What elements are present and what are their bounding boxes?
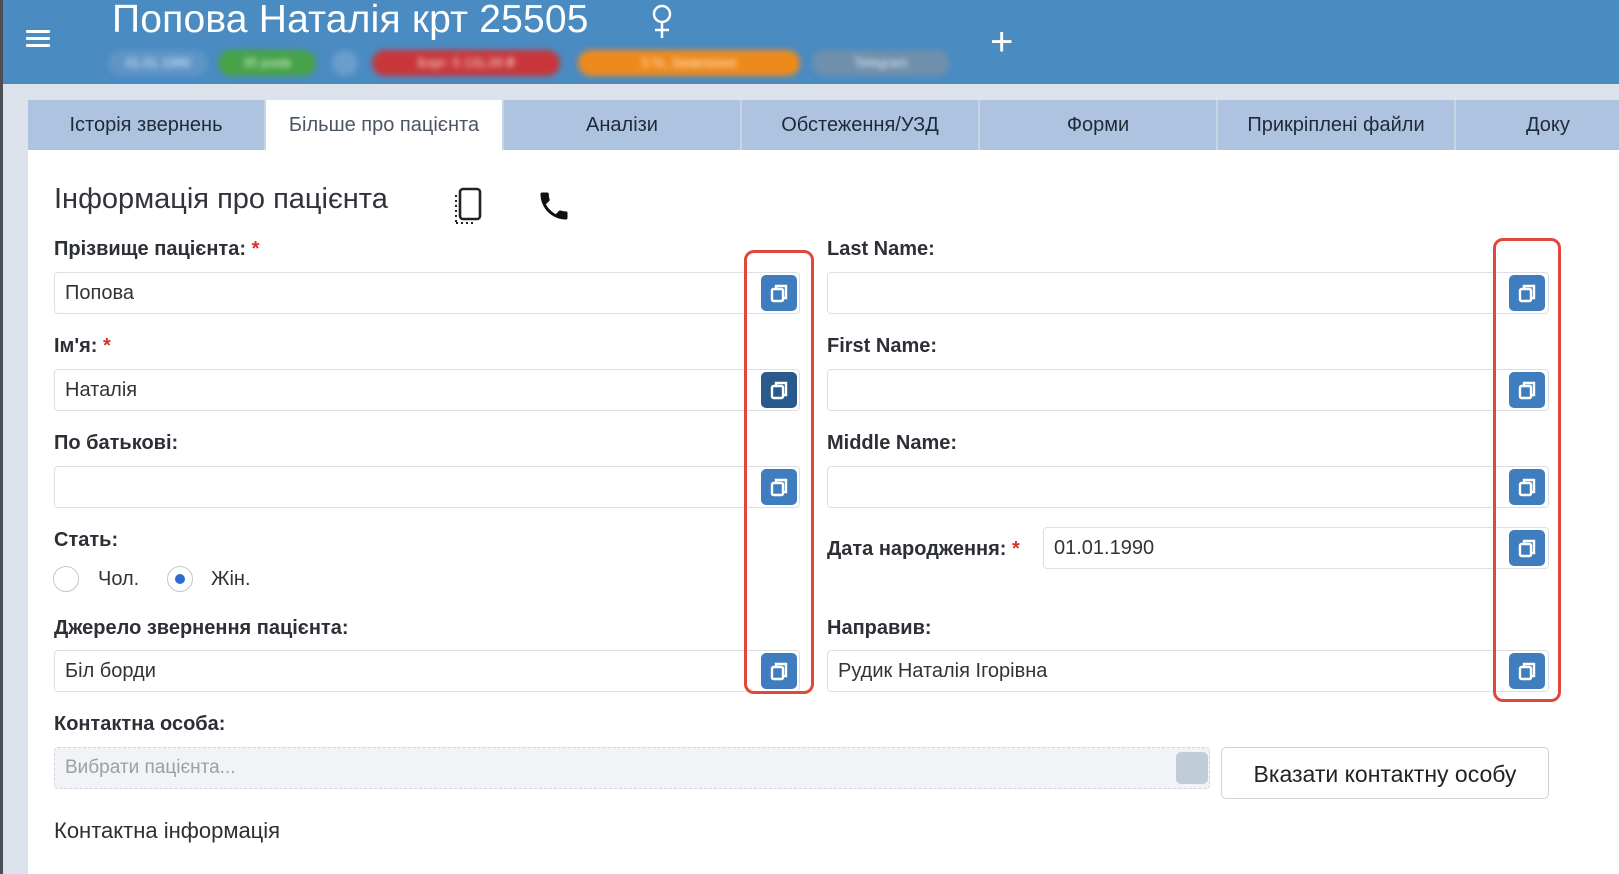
- female-symbol-icon: [652, 4, 672, 38]
- menu-icon[interactable]: [26, 30, 50, 48]
- window-edge: [0, 0, 3, 874]
- gender-male-label[interactable]: Чол.: [98, 568, 139, 591]
- birth-date-input[interactable]: 01.01.1990: [1043, 527, 1549, 569]
- discount-pill[interactable]: 5 %, Заявлення: [578, 50, 800, 76]
- first-name-ua-label: Ім'я: *: [54, 335, 111, 357]
- contact-person-label: Контактна особа:: [54, 713, 226, 735]
- patient-header: Попова Наталія крт 25505 + 01.01.1990 35…: [0, 0, 1619, 84]
- section-title: Інформація про пацієнта: [54, 183, 388, 215]
- tab-forms[interactable]: Форми: [980, 100, 1218, 150]
- patient-title: Попова Наталія крт 25505: [112, 0, 589, 41]
- debt-pill[interactable]: Борг: 5 131,00 ₴: [372, 50, 560, 76]
- source-input[interactable]: Біл борди: [54, 650, 800, 692]
- tab-more-about-patient[interactable]: Більше про пацієнта: [266, 100, 504, 150]
- middle-name-ua-label: По батькові:: [54, 432, 179, 454]
- first-name-en-input[interactable]: [827, 369, 1549, 411]
- tab-analyses[interactable]: Аналізи: [504, 100, 742, 150]
- birth-date-label: Дата народження: *: [827, 538, 1020, 560]
- middle-name-ua-input[interactable]: [54, 466, 800, 508]
- middle-name-en-input[interactable]: [827, 466, 1549, 508]
- set-contact-person-button[interactable]: Вказати контактну особу: [1221, 747, 1549, 799]
- gender-female-label[interactable]: Жін.: [211, 568, 251, 591]
- tab-documents[interactable]: Доку: [1456, 100, 1619, 150]
- last-name-ua-input[interactable]: Попова: [54, 272, 800, 314]
- gender-female-radio[interactable]: [167, 566, 193, 592]
- middle-name-en-label: Middle Name:: [827, 432, 958, 454]
- add-tab-button[interactable]: +: [990, 22, 1013, 62]
- tab-history[interactable]: Історія звернень: [28, 100, 266, 150]
- gender-male-radio[interactable]: [53, 566, 79, 592]
- contact-person-dropdown-button[interactable]: [1176, 752, 1208, 784]
- gender-label: Стать:: [54, 529, 119, 551]
- telegram-pill[interactable]: Telegram: [812, 50, 950, 76]
- phone-icon[interactable]: [536, 188, 572, 224]
- age-pill: 35 років: [218, 50, 316, 76]
- highlight-box-right: [1493, 238, 1561, 702]
- referrer-input[interactable]: Рудик Наталія Ігорівна: [827, 650, 1549, 692]
- contact-info-heading: Контактна інформація: [54, 818, 281, 843]
- last-name-en-label: Last Name:: [827, 238, 935, 260]
- mobile-phone-icon[interactable]: [454, 187, 484, 225]
- referrer-label: Направив:: [827, 617, 932, 639]
- birthdate-pill: 01.01.1990: [108, 50, 208, 76]
- first-name-ua-input[interactable]: Наталія: [54, 369, 800, 411]
- patient-tabs: Історія звернень Більше про пацієнта Ана…: [28, 100, 1619, 150]
- tab-examinations[interactable]: Обстеження/УЗД: [742, 100, 980, 150]
- tab-attached-files[interactable]: Прикріплені файли: [1218, 100, 1456, 150]
- source-label: Джерело звернення пацієнта:: [54, 617, 349, 639]
- highlight-box-left: [744, 250, 814, 694]
- contact-person-select[interactable]: Вибрати пацієнта...: [54, 747, 1210, 789]
- link-icon[interactable]: [332, 50, 358, 76]
- last-name-ua-label: Прізвище пацієнта: *: [54, 238, 260, 260]
- last-name-en-input[interactable]: [827, 272, 1549, 314]
- first-name-en-label: First Name:: [827, 335, 938, 357]
